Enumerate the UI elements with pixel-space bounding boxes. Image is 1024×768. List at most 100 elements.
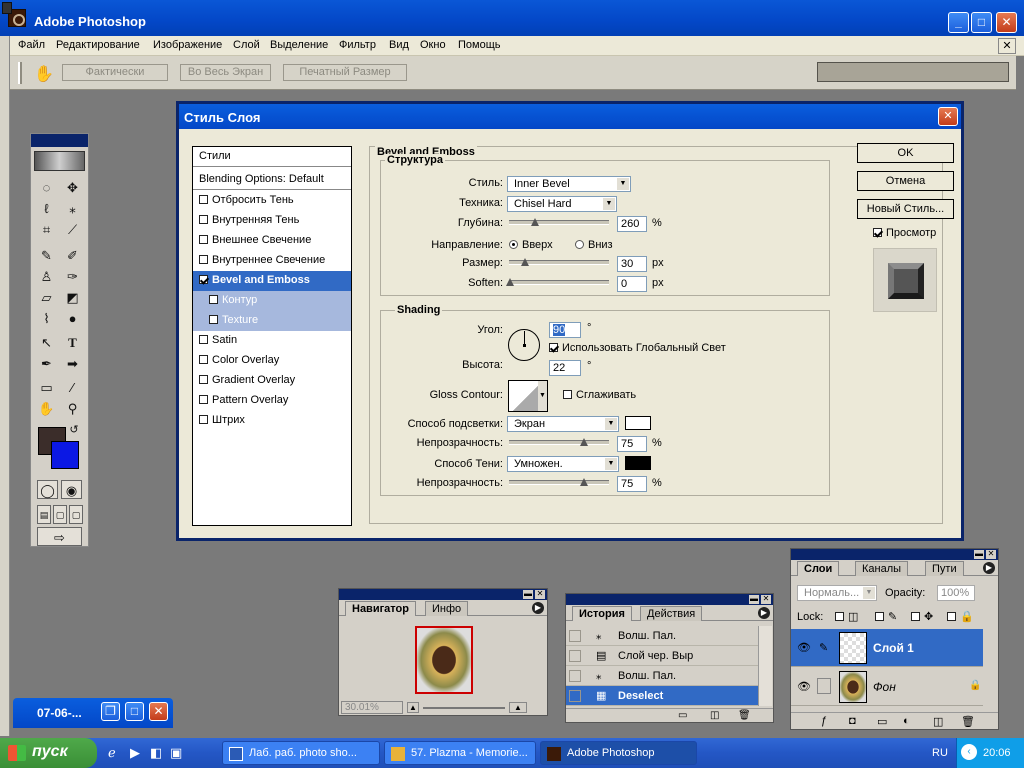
style-item-pattern-overlay[interactable]: Pattern Overlay (193, 391, 351, 411)
size-slider[interactable] (509, 258, 609, 266)
new-document-icon[interactable]: ▭ (678, 710, 687, 721)
checkbox[interactable] (209, 295, 218, 304)
link-box[interactable] (817, 678, 831, 694)
slider-thumb[interactable] (580, 478, 588, 486)
tab-actions[interactable]: Действия (640, 606, 703, 621)
style-item-inner-glow[interactable]: Внутреннее Свечение (193, 251, 351, 271)
layer-style-icon[interactable]: ƒ (821, 715, 827, 727)
angle-input[interactable]: 90 (549, 322, 581, 338)
checkbox[interactable] (199, 235, 208, 244)
type-tool-icon[interactable]: T (61, 333, 84, 352)
tray-app-icon[interactable]: ‹ (961, 744, 977, 760)
checkbox[interactable] (199, 275, 208, 284)
maximize-icon[interactable]: □ (125, 702, 144, 721)
layer-mask-icon[interactable]: ◘ (849, 715, 856, 727)
menu-view[interactable]: Вид (389, 39, 409, 51)
zoom-out-icon[interactable]: ▲ (407, 702, 419, 713)
close-icon[interactable]: ✕ (149, 702, 168, 721)
menu-layer[interactable]: Слой (233, 39, 260, 51)
minimize-icon[interactable]: ▬ (749, 595, 759, 604)
close-icon[interactable]: ✕ (535, 590, 545, 599)
brush-icon[interactable]: ✎ (819, 641, 828, 654)
zoom-in-icon[interactable]: ▲ (509, 702, 527, 713)
menu-file[interactable]: Файл (18, 39, 45, 51)
quick-mask-mode-icon[interactable]: ◉ (61, 480, 82, 499)
start-button[interactable]: пуск (0, 738, 97, 768)
taskbar-item-plazma[interactable]: 57. Plazma - Memorie... (384, 741, 536, 765)
shadow-opacity-slider[interactable] (509, 478, 609, 486)
checkbox[interactable] (199, 375, 208, 384)
shadow-color-swatch[interactable] (625, 456, 651, 470)
new-snapshot-icon[interactable]: ◫ (710, 710, 719, 721)
screen-mode-full-icon[interactable]: ▢ (69, 505, 83, 524)
palette-title-bar[interactable]: ▬ ✕ (566, 594, 773, 605)
checkbox[interactable] (911, 612, 920, 621)
checkbox[interactable] (209, 315, 218, 324)
ie-icon[interactable]: ℯ (108, 745, 116, 761)
doc-close-button[interactable]: ✕ (998, 38, 1016, 54)
new-set-icon[interactable]: ▭ (877, 715, 887, 728)
checkbox[interactable] (875, 612, 884, 621)
style-item-drop-shadow[interactable]: Отбросить Тень (193, 191, 351, 211)
direction-down-radio[interactable]: Вниз (575, 239, 613, 251)
dialog-close-icon[interactable]: ✕ (938, 107, 958, 126)
hand-tool-icon[interactable]: ✋ (35, 399, 58, 418)
tab-history[interactable]: История (572, 606, 632, 621)
disk-icon[interactable]: ▣ (170, 745, 182, 761)
menu-edit[interactable]: Редактирование (56, 39, 140, 51)
slice-tool-icon[interactable]: ⟋ (61, 220, 84, 239)
angle-dial[interactable] (508, 329, 540, 361)
slider-thumb[interactable] (521, 258, 529, 266)
minimize-button[interactable]: _ (948, 12, 969, 33)
history-item[interactable]: ▤ Слой чер. Выр (566, 646, 759, 666)
menu-window[interactable]: Окно (420, 39, 446, 51)
style-item-gradient-overlay[interactable]: Gradient Overlay (193, 371, 351, 391)
background-color-swatch[interactable] (51, 441, 79, 469)
style-select[interactable]: Inner Bevel ▼ (507, 176, 631, 192)
restore-icon[interactable]: ❐ (101, 702, 120, 721)
slider-thumb[interactable] (506, 278, 514, 286)
style-item-outer-glow[interactable]: Внешнее Свечение (193, 231, 351, 251)
eraser-tool-icon[interactable]: ▱ (35, 288, 58, 307)
checkbox[interactable] (835, 612, 844, 621)
history-scrollbar[interactable] (758, 626, 772, 706)
lasso-tool-icon[interactable]: ℓ (35, 199, 58, 218)
toolbox-logo[interactable] (34, 151, 85, 171)
language-indicator[interactable]: RU (932, 747, 948, 759)
path-select-tool-icon[interactable]: ↖ (35, 333, 58, 352)
style-item-contour[interactable]: Контур (193, 291, 351, 311)
actual-pixels-button[interactable]: Фактически (62, 64, 168, 81)
snapshot-box[interactable] (569, 650, 581, 662)
new-style-button[interactable]: Новый Стиль... (857, 199, 954, 219)
palette-title-bar[interactable]: ▬ ✕ (791, 549, 998, 560)
checkbox[interactable] (549, 343, 558, 352)
jump-to-imageready-icon[interactable]: ⇨ (37, 527, 82, 546)
radio-button[interactable] (509, 240, 518, 249)
technique-select[interactable]: Chisel Hard ▼ (507, 196, 617, 212)
minimized-document[interactable]: 07-06-... ❐ □ ✕ (13, 698, 173, 728)
checkbox[interactable] (199, 355, 208, 364)
highlight-opacity-slider[interactable] (509, 438, 609, 446)
tab-navigator[interactable]: Навигатор (345, 601, 416, 616)
cancel-button[interactable]: Отмена (857, 171, 954, 191)
checkbox[interactable] (199, 335, 208, 344)
soften-input[interactable]: 0 (617, 276, 647, 292)
gloss-contour-picker[interactable]: ▼ (508, 380, 548, 412)
palette-menu-icon[interactable]: ▶ (758, 607, 770, 619)
stamp-tool-icon[interactable]: ♙ (35, 267, 58, 286)
media-player-icon[interactable]: ▶ (130, 745, 140, 761)
radio-button[interactable] (575, 240, 584, 249)
close-button[interactable]: ✕ (996, 12, 1017, 33)
layer-row[interactable]: 👁 Фон 🔒 (791, 668, 983, 706)
dodge-tool-icon[interactable]: ● (61, 309, 84, 328)
checkbox[interactable] (947, 612, 956, 621)
tab-layers[interactable]: Слои (797, 561, 840, 576)
palette-well[interactable] (817, 62, 1009, 82)
shadow-mode-select[interactable]: Умножен. ▼ (507, 456, 619, 472)
tab-paths[interactable]: Пути (925, 561, 964, 576)
eye-icon[interactable]: 👁 (797, 641, 811, 654)
styles-header[interactable]: Стили (193, 147, 351, 167)
close-icon[interactable]: ✕ (986, 550, 996, 559)
tab-channels[interactable]: Каналы (855, 561, 909, 576)
size-input[interactable]: 30 (617, 256, 647, 272)
